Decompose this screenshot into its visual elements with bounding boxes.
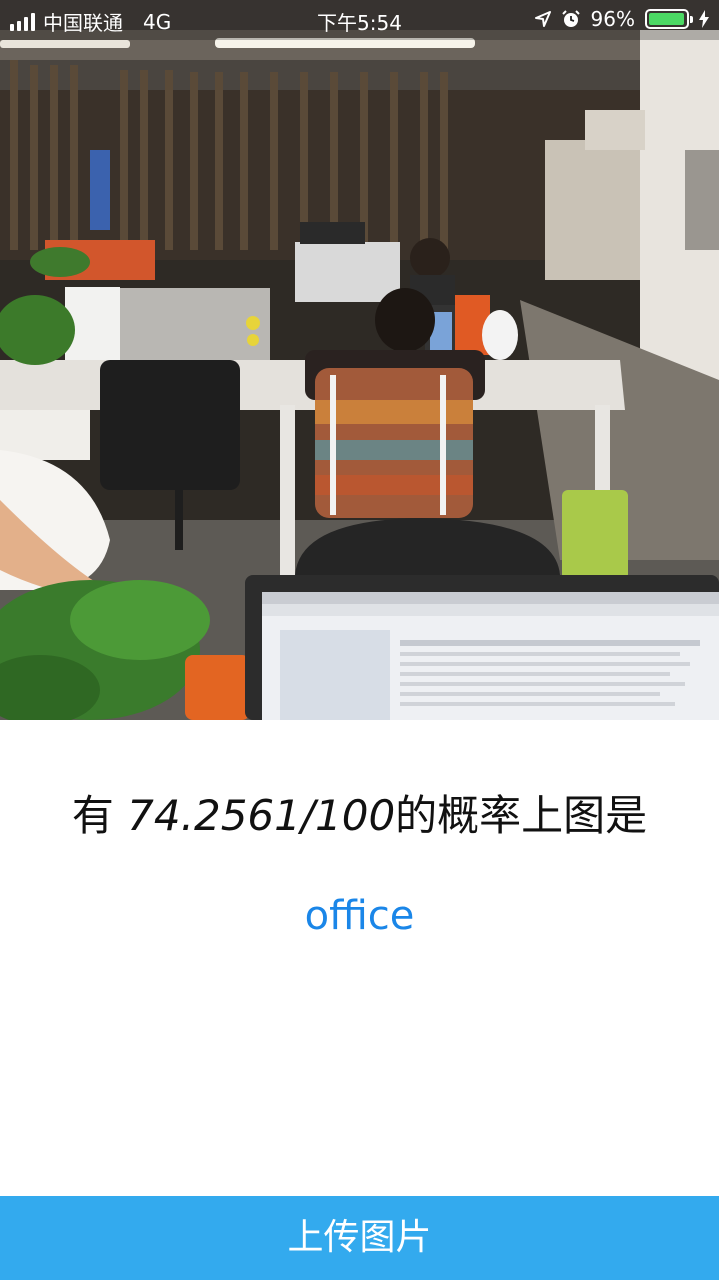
app-screen: 中国联通 4G 下午5:54 96% 有 74.2561/100的概率上图是 o: [0, 0, 719, 1280]
result-suffix: 的概率上图是: [395, 791, 648, 840]
status-bar: 中国联通 4G 下午5:54 96%: [0, 0, 719, 40]
classified-photo: [0, 0, 719, 720]
office-photo-illustration: [0, 0, 719, 720]
result-prefix: 有: [71, 791, 128, 840]
result-probability: 74.2561/100: [127, 791, 396, 840]
battery-icon: [645, 9, 693, 29]
result-label: office: [304, 893, 415, 939]
result-sentence: 有 74.2561/100的概率上图是: [0, 782, 719, 843]
battery-fill: [649, 13, 684, 25]
location-arrow-icon: [534, 11, 551, 27]
upload-image-button[interactable]: 上传图片: [0, 1196, 719, 1280]
battery-percent: 96%: [590, 7, 635, 31]
status-bar-right: 96%: [534, 7, 709, 31]
charging-bolt-icon: [699, 10, 709, 28]
alarm-icon: [561, 10, 580, 27]
